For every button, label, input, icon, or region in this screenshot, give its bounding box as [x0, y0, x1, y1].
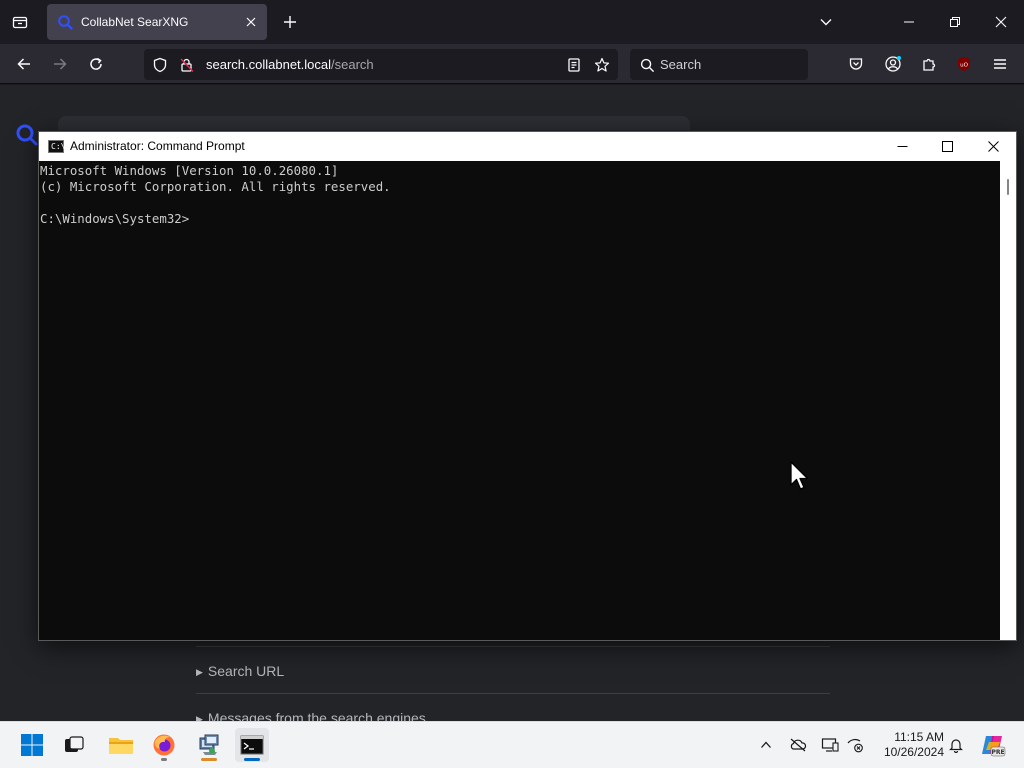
hamburger-menu-icon[interactable] [988, 52, 1012, 76]
cmd-title-bar[interactable]: C:\ Administrator: Command Prompt [39, 132, 1016, 161]
chevron-down-icon[interactable] [814, 10, 838, 34]
url-text: search.collabnet.local/search [206, 57, 374, 72]
onedrive-offline-icon[interactable] [788, 735, 808, 755]
forward-arrow-icon[interactable] [48, 52, 72, 76]
command-prompt-window[interactable]: C:\ Administrator: Command Prompt Micros… [38, 131, 1017, 641]
clock-time: 11:15 AM [894, 730, 944, 744]
divider [196, 646, 830, 647]
running-indicator [201, 758, 217, 761]
cmd-window-title: Administrator: Command Prompt [70, 139, 245, 153]
maximize-icon[interactable] [924, 132, 970, 161]
bookmark-star-icon[interactable] [593, 56, 611, 74]
divider [196, 693, 830, 694]
copilot-icon[interactable]: PRE [980, 732, 1006, 758]
terminal-output[interactable]: Microsoft Windows [Version 10.0.26080.1]… [39, 161, 1000, 640]
browser-tab[interactable]: CollabNet SearXNG [47, 4, 267, 40]
lock-warning-icon[interactable] [178, 56, 196, 74]
command-prompt-icon: C:\ [48, 140, 65, 153]
minimize-icon[interactable] [879, 132, 925, 161]
search-input[interactable] [58, 116, 690, 130]
file-explorer-icon[interactable] [104, 728, 138, 762]
clock-date: 10/26/2024 [883, 745, 944, 759]
network-app-icon[interactable] [192, 728, 226, 762]
back-arrow-icon[interactable] [12, 52, 36, 76]
engine-messages-toggle[interactable]: ▶ Messages from the search engines [196, 710, 426, 721]
address-bar[interactable]: search.collabnet.local/search [144, 49, 618, 80]
search-url-toggle[interactable]: ▶ Search URL [196, 663, 284, 679]
terminal-prompt[interactable]: C:\Windows\System32> [40, 211, 1000, 227]
reload-icon[interactable] [84, 52, 108, 76]
account-icon[interactable] [881, 52, 905, 76]
close-icon[interactable] [970, 132, 1016, 161]
network-disconnected-icon[interactable] [845, 735, 865, 755]
ublock-origin-icon[interactable]: uO [952, 52, 976, 76]
minimize-icon[interactable] [895, 8, 923, 36]
close-window-icon[interactable] [987, 8, 1015, 36]
pre-badge: PRE [991, 749, 1004, 756]
search-bar[interactable]: Search [630, 49, 808, 80]
running-indicator [161, 758, 167, 761]
start-icon[interactable] [15, 728, 49, 762]
notification-bell-icon[interactable] [946, 735, 966, 755]
search-bar-placeholder: Search [660, 57, 702, 72]
new-tab-icon[interactable] [278, 10, 302, 34]
chevron-up-icon[interactable] [756, 735, 776, 755]
tab-close-icon[interactable] [241, 12, 261, 32]
pocket-icon[interactable] [844, 52, 868, 76]
active-indicator [244, 758, 260, 761]
taskbar: 11:15 AM 10/26/2024 PRE [0, 721, 1024, 768]
scrollbar-thumb[interactable] [1007, 179, 1009, 195]
svg-text:uO: uO [960, 63, 968, 69]
browser-tab-strip: CollabNet SearXNG [0, 0, 1024, 44]
reader-view-icon[interactable] [565, 56, 583, 74]
task-view-icon[interactable] [57, 728, 91, 762]
firefox-icon[interactable] [147, 728, 181, 762]
extensions-puzzle-icon[interactable] [917, 52, 941, 76]
command-prompt-taskbar-icon[interactable] [235, 728, 269, 762]
searxng-logo-icon[interactable] [15, 123, 39, 147]
scrollbar[interactable] [1000, 161, 1016, 640]
browser-toolbar: search.collabnet.local/search Search uO [0, 44, 1024, 84]
system-clock[interactable]: 11:15 AM 10/26/2024 [872, 730, 944, 760]
search-icon [638, 56, 656, 74]
tab-title: CollabNet SearXNG [81, 15, 189, 29]
terminal-line: (c) Microsoft Corporation. All rights re… [40, 179, 391, 194]
searxng-favicon-icon [57, 14, 73, 30]
tab-list-icon[interactable] [8, 10, 32, 34]
mouse-cursor-icon [790, 461, 810, 491]
terminal-line: Microsoft Windows [Version 10.0.26080.1] [40, 163, 339, 178]
restore-icon[interactable] [941, 8, 969, 36]
shield-icon[interactable] [151, 56, 169, 74]
display-icon[interactable] [820, 735, 840, 755]
